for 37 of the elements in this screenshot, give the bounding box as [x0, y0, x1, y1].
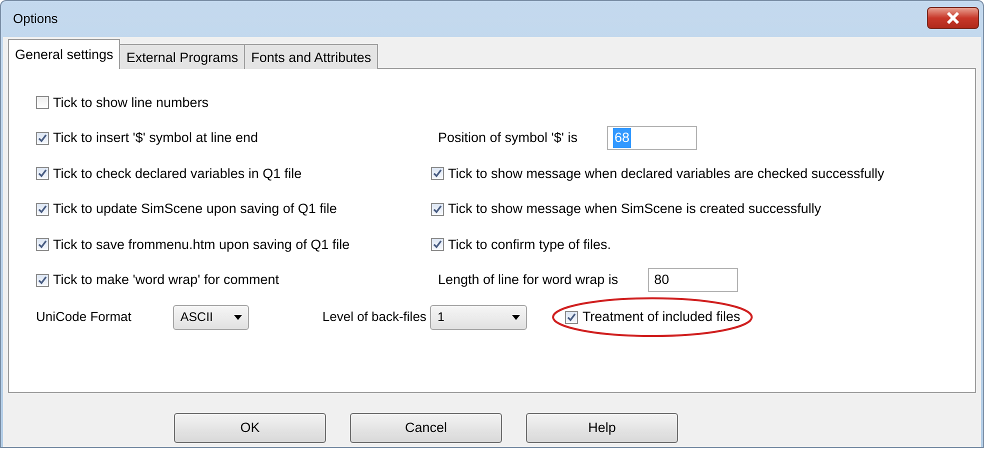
- field-label: Length of line for word wrap is: [438, 271, 618, 290]
- dialog-button[interactable]: Help: [526, 413, 678, 443]
- checkbox[interactable]: [565, 310, 578, 324]
- checkbox[interactable]: [36, 132, 49, 145]
- checkbox[interactable]: [36, 167, 49, 180]
- checkbox-label[interactable]: Tick to update SimScene upon saving of Q1 file: [53, 199, 337, 220]
- checkbox[interactable]: [36, 238, 49, 252]
- tab[interactable]: Fonts and Attributes: [244, 44, 378, 69]
- close-icon: [946, 12, 960, 24]
- window-title: Options: [13, 10, 58, 28]
- dropdown[interactable]: ASCII: [173, 304, 250, 330]
- checkbox-label[interactable]: Tick to confirm type of files.: [448, 234, 612, 255]
- checkbox-label[interactable]: Tick to show message when declared variables are checked successfully: [448, 164, 884, 184]
- field-label: Position of symbol '$' is: [438, 129, 578, 148]
- checkbox-label[interactable]: Tick to show message when SimScene is created successfully: [448, 199, 822, 220]
- checkbox-label[interactable]: Tick to show line numbers: [53, 92, 209, 113]
- checkbox-label[interactable]: Tick to insert '$' symbol at line end: [53, 128, 258, 148]
- close-button[interactable]: [927, 7, 979, 29]
- checkbox-label[interactable]: Tick to check declared variables in Q1 file: [53, 164, 302, 184]
- tab[interactable]: External Programs: [119, 44, 246, 69]
- select-label: UniCode Format: [36, 308, 132, 326]
- checkbox[interactable]: [431, 238, 444, 252]
- select-label: Level of back-files: [322, 308, 426, 326]
- dialog-button[interactable]: Cancel: [350, 413, 502, 443]
- checkbox[interactable]: [36, 274, 49, 287]
- checkbox[interactable]: [36, 96, 49, 110]
- checkbox[interactable]: [36, 202, 49, 216]
- checkbox-label[interactable]: Tick to save frommenu.htm upon saving of Q1 file: [53, 234, 350, 255]
- dialog-button[interactable]: OK: [174, 413, 326, 443]
- dropdown[interactable]: 1: [430, 304, 528, 330]
- input-field[interactable]: 80: [648, 268, 738, 292]
- tab[interactable]: General settings: [8, 39, 120, 69]
- checkbox[interactable]: [431, 202, 444, 216]
- checkbox-label[interactable]: Tick to make 'word wrap' for comment: [53, 270, 279, 290]
- checkbox[interactable]: [431, 167, 444, 180]
- caret-icon: [512, 314, 520, 320]
- caret-icon: [234, 314, 242, 320]
